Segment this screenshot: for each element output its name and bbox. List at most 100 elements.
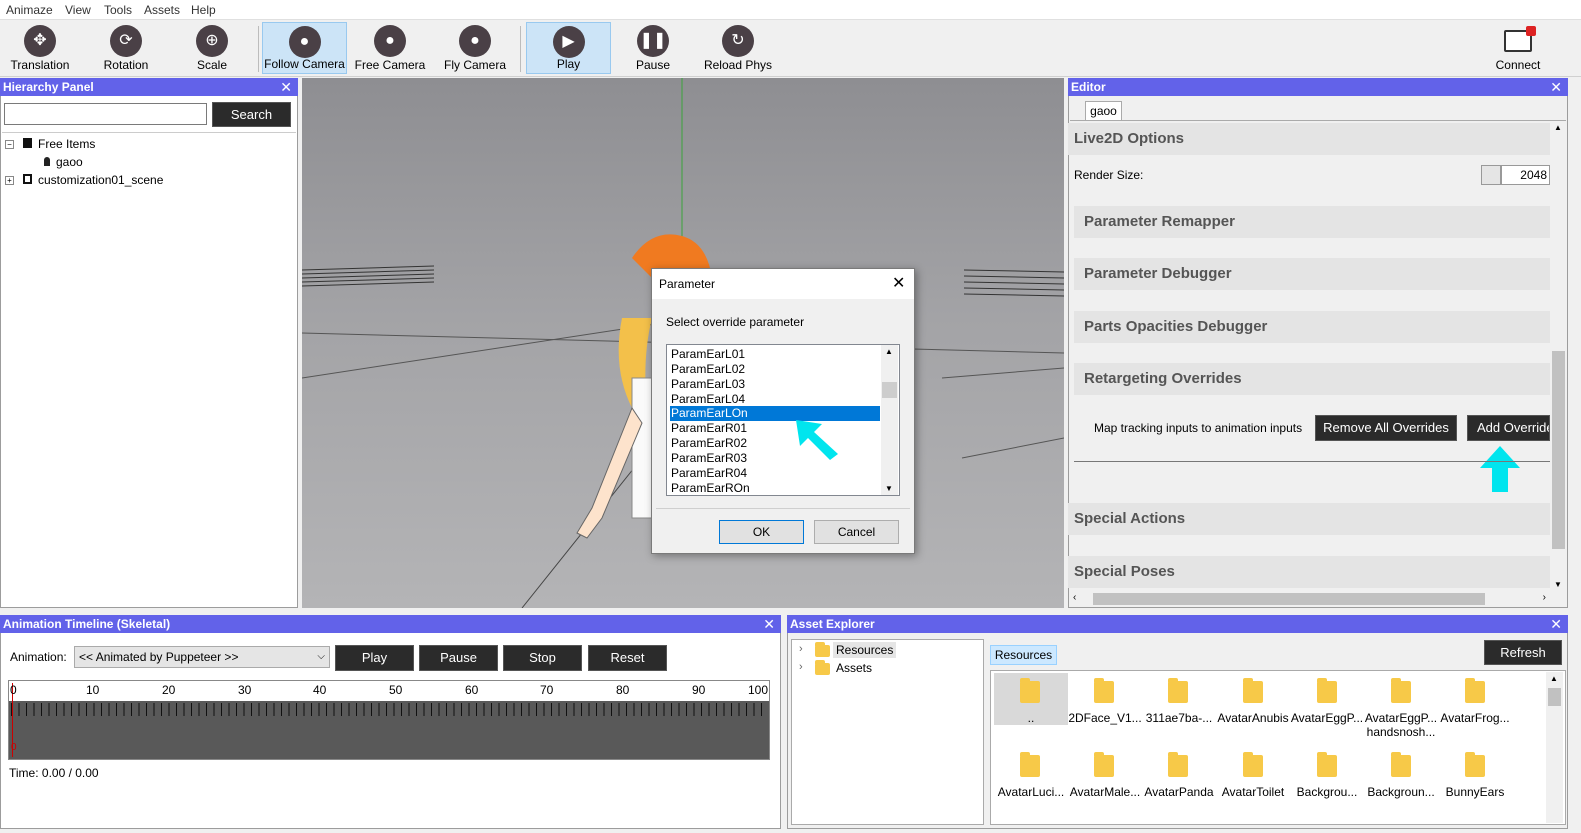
render-size-input[interactable]: 2048 [1501,165,1550,185]
list-item-selected[interactable]: ParamEarLOn [670,406,880,421]
tree-item-free-items[interactable]: Free Items [38,137,95,151]
menu-assets[interactable]: Assets [144,3,180,17]
scroll-right-icon[interactable]: › [1543,592,1546,603]
search-button[interactable]: Search [212,102,291,127]
folder-icon [23,138,32,148]
close-icon[interactable]: ✕ [280,78,292,96]
asset-scrollbar[interactable]: ▲ [1546,672,1563,823]
cursor-marker-label: 0 [11,742,17,753]
scroll-thumb[interactable] [1548,688,1561,706]
scroll-up-icon[interactable]: ▲ [1554,123,1562,132]
scroll-up-icon[interactable]: ▲ [1550,674,1558,683]
add-override-button[interactable]: Add Override [1467,415,1550,441]
chevron-right-icon[interactable]: › [799,643,803,655]
scroll-up-icon[interactable]: ▲ [885,347,893,356]
menu-tools[interactable]: Tools [104,3,132,17]
folder-icon [1020,752,1040,777]
camera-icon: ● [374,25,406,57]
cancel-button[interactable]: Cancel [814,520,899,544]
connect-button[interactable]: Connect [1488,22,1548,74]
asset-item[interactable]: AvatarFrog... [1438,711,1512,725]
section-parts-opacities-debugger[interactable]: Parts Opacities Debugger [1074,311,1550,343]
asset-item[interactable]: 311ae7ba-... [1142,711,1216,725]
menu-animaze[interactable]: Animaze [6,3,53,17]
list-scrollbar[interactable]: ▲ ▼ [881,345,898,495]
follow-camera-button[interactable]: ● Follow Camera [262,22,347,74]
asset-item[interactable]: AvatarMale... [1068,785,1142,799]
section-parameter-debugger[interactable]: Parameter Debugger [1074,258,1550,290]
editor-scrollbar[interactable]: ▲ ▼ [1550,121,1567,591]
list-item[interactable]: ParamEarL01 [670,347,880,362]
asset-item[interactable]: AvatarToilet [1216,785,1290,799]
tab-resources[interactable]: Resources [990,645,1057,665]
asset-item[interactable]: AvatarLuci... [994,785,1068,799]
scroll-thumb[interactable] [1552,351,1565,549]
expand-icon[interactable]: + [5,176,14,185]
list-item[interactable]: ParamEarL03 [670,377,880,392]
section-parameter-remapper[interactable]: Parameter Remapper [1074,206,1550,238]
asset-item[interactable]: Backgroun... [1364,785,1438,799]
timeline-reset-button[interactable]: Reset [588,645,667,671]
list-item[interactable]: ParamEarL02 [670,362,880,377]
ok-button[interactable]: OK [719,520,804,544]
scroll-left-icon[interactable]: ‹ [1073,592,1076,603]
scroll-thumb[interactable] [1093,593,1485,605]
tree-item-gaoo[interactable]: gaoo [56,155,83,169]
scale-button[interactable]: ⊕ Scale [174,22,250,74]
play-button[interactable]: ▶ Play [526,22,611,74]
section-retargeting-overrides[interactable]: Retargeting Overrides [1074,363,1550,395]
timeline-stop-button[interactable]: Stop [503,645,582,671]
folder-icon [1094,752,1114,777]
tree-item-resources[interactable]: Resources [833,642,897,658]
section-special-poses[interactable]: Special Poses [1068,556,1550,588]
list-item[interactable]: ParamEarL04 [670,392,880,407]
asset-item[interactable]: .. [994,711,1068,725]
close-icon[interactable]: ✕ [892,273,905,293]
rotation-button[interactable]: ⟳ Rotation [88,22,164,74]
list-item[interactable]: ParamEarROn [670,481,880,496]
close-icon[interactable]: ✕ [763,615,775,633]
scroll-thumb[interactable] [882,382,897,398]
tree-item-assets[interactable]: Assets [836,661,872,675]
close-icon[interactable]: ✕ [1550,78,1562,96]
list-item[interactable]: ParamEarR01 [670,421,880,436]
asset-item[interactable]: AvatarEggP... handsnosh... [1364,711,1438,739]
list-item[interactable]: ParamEarR02 [670,436,880,451]
asset-item[interactable]: BunnyEars [1438,785,1512,799]
animation-select[interactable]: << Animated by Puppeteer >> ⌵ [74,646,330,668]
asset-item[interactable]: AvatarPanda [1142,785,1216,799]
editor-hscrollbar[interactable]: ‹ › [1069,591,1550,607]
refresh-button[interactable]: Refresh [1484,640,1562,665]
render-size-swatch[interactable] [1481,165,1501,185]
folder-icon [1465,752,1485,777]
map-text: Map tracking inputs to animation inputs [1094,421,1303,435]
tree-item-customization01-scene[interactable]: customization01_scene [38,173,163,187]
scroll-down-icon[interactable]: ▼ [1554,580,1562,589]
scroll-down-icon[interactable]: ▼ [885,484,893,493]
section-special-actions[interactable]: Special Actions [1068,503,1550,535]
asset-item[interactable]: AvatarAnubis [1216,711,1290,725]
fly-camera-button[interactable]: ● Fly Camera [436,22,514,74]
remove-all-overrides-button[interactable]: Remove All Overrides [1315,415,1457,441]
free-camera-button[interactable]: ● Free Camera [350,22,430,74]
timeline-play-button[interactable]: Play [335,645,414,671]
list-item[interactable]: ParamEarR04 [670,466,880,481]
timeline-pause-button[interactable]: Pause [419,645,498,671]
menu-help[interactable]: Help [191,3,216,17]
menu-view[interactable]: View [65,3,91,17]
camera-icon: ● [288,26,321,58]
asset-item[interactable]: 2DFace_V1... [1068,711,1142,725]
pause-button[interactable]: ❚❚ Pause [614,22,692,74]
reload-phys-button[interactable]: ↻ Reload Phys [700,22,776,74]
list-item[interactable]: ParamEarR03 [670,451,880,466]
collapse-icon[interactable]: − [5,140,14,149]
folder-icon [1465,678,1485,703]
translation-button[interactable]: ✥ Translation [2,22,78,74]
asset-item[interactable]: Backgrou... [1290,785,1364,799]
chevron-right-icon[interactable]: › [799,661,803,673]
search-input[interactable] [4,103,207,125]
asset-item[interactable]: AvatarEggP... [1290,711,1364,725]
section-live2d-options[interactable]: Live2D Options [1068,123,1550,155]
tab-gaoo[interactable]: gaoo [1085,101,1122,121]
close-icon[interactable]: ✕ [1550,615,1562,633]
